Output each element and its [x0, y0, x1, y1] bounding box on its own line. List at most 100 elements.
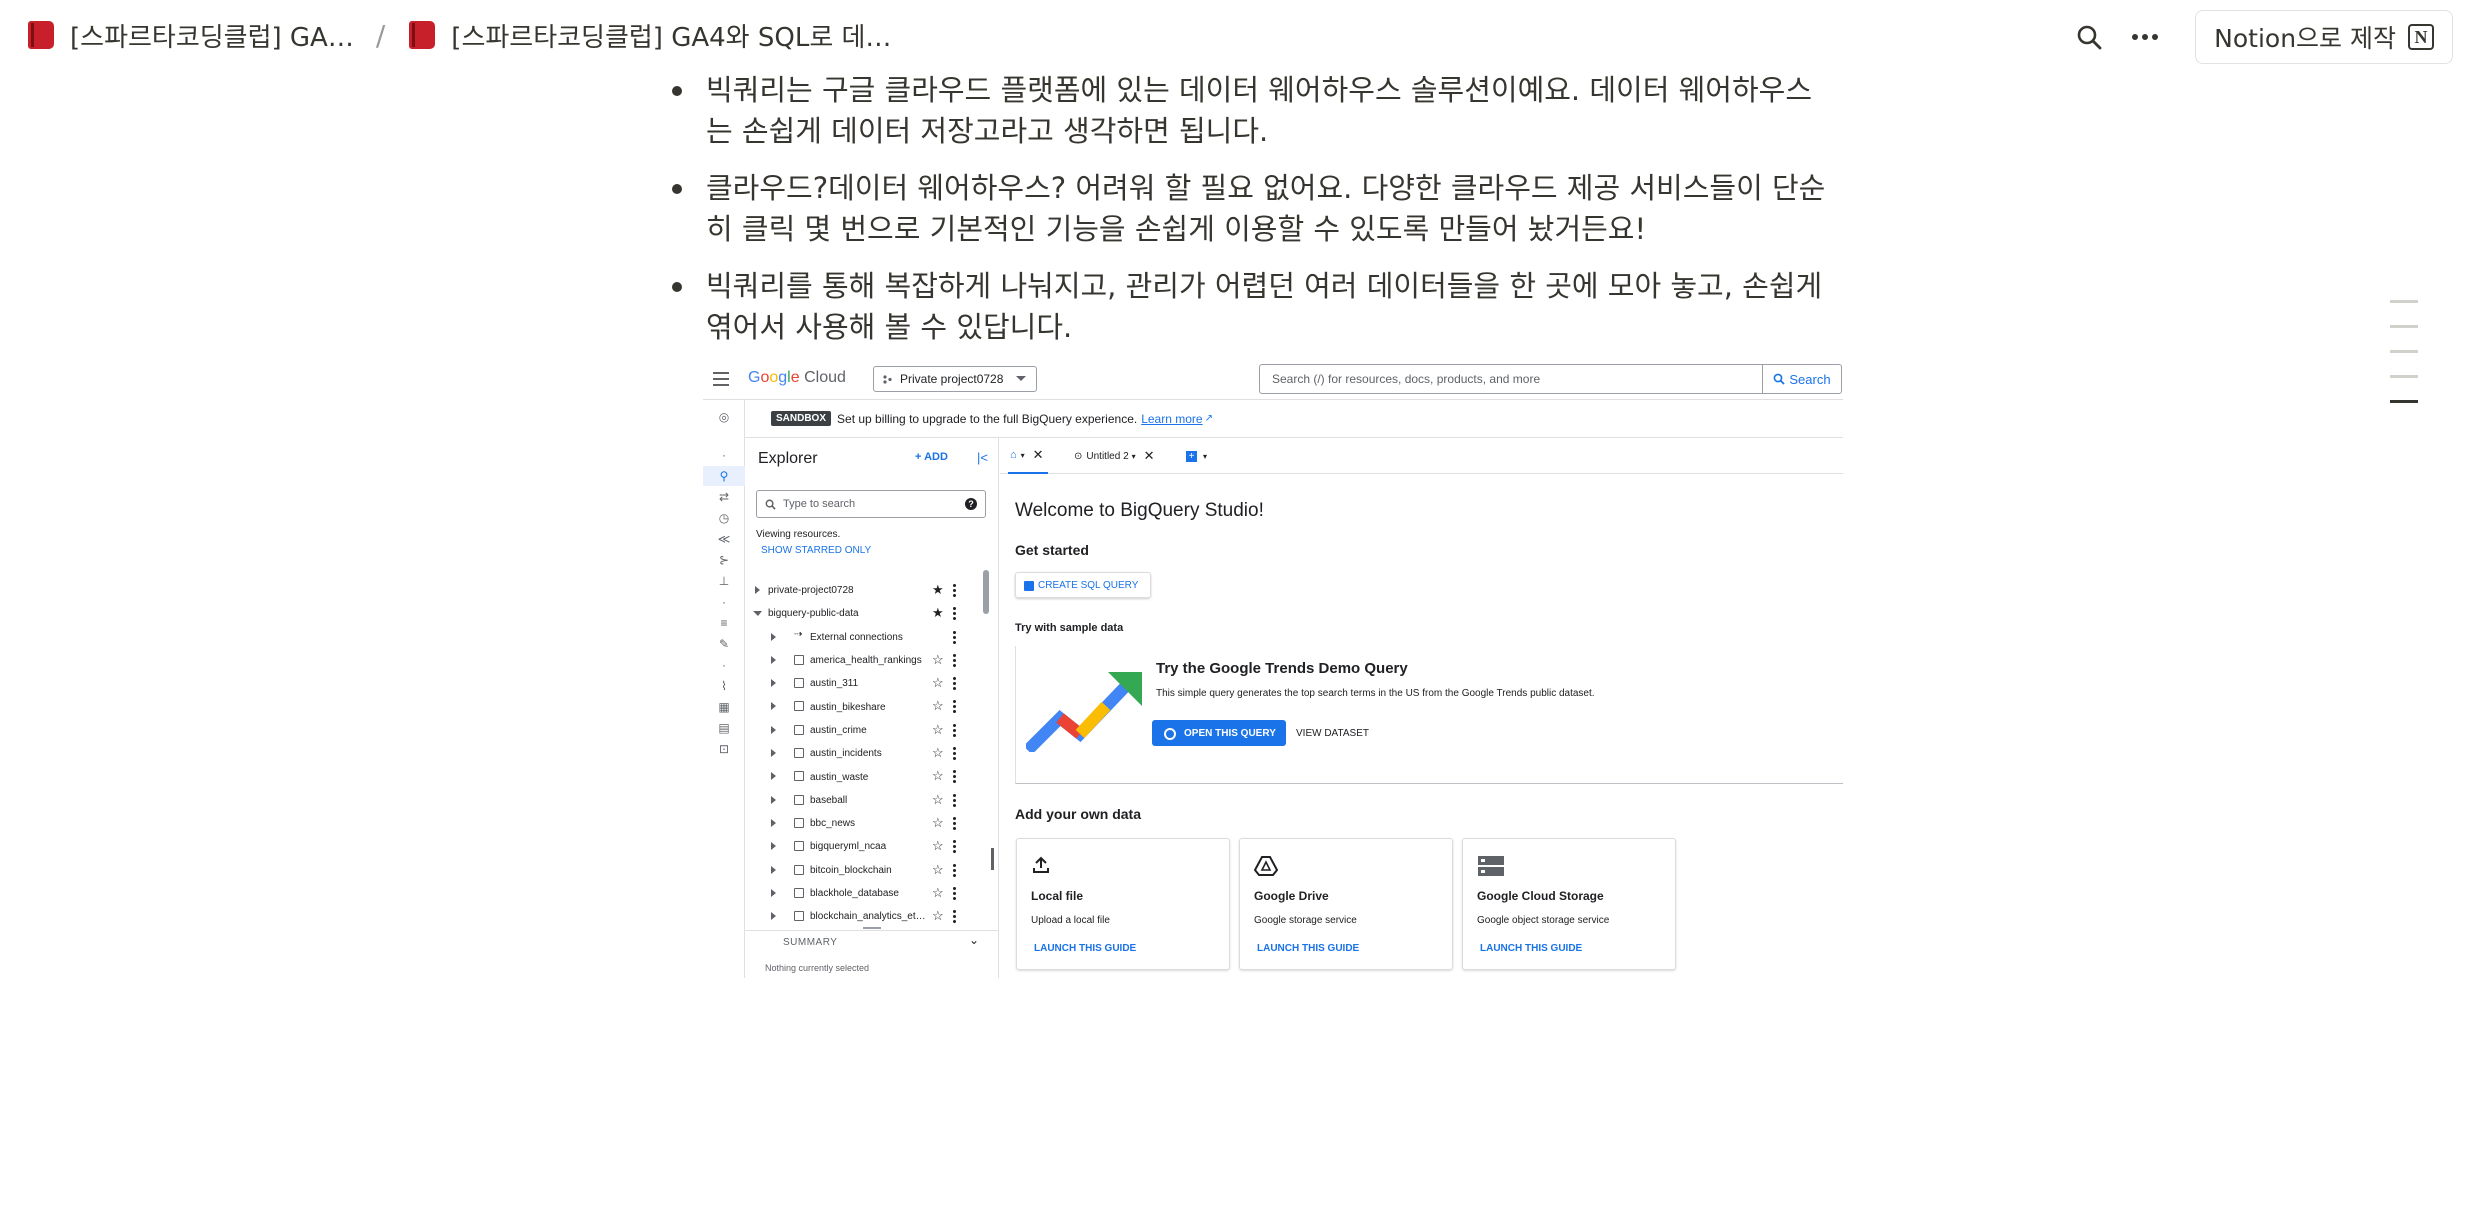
collapse-panel-icon: |< [977, 450, 988, 465]
search-icon: ⚲ [703, 466, 745, 486]
tree-row: austin_crime ☆ [745, 719, 999, 742]
dataset-icon [794, 911, 804, 922]
dataset-icon [794, 841, 804, 852]
more-vertical-icon [953, 863, 956, 877]
chevron-down-icon [753, 611, 762, 620]
chevron-right-icon [771, 842, 780, 851]
search-icon [2077, 25, 2102, 50]
explorer-title: Explorer [758, 450, 818, 467]
breadcrumb-separator: / [375, 18, 386, 52]
more-vertical-icon [953, 653, 956, 667]
chevron-down-icon: ▾ [1020, 450, 1025, 460]
list-icon: ≡ [720, 616, 728, 630]
breadcrumb-current[interactable]: [스파르타코딩클럽] GA4와 SQL로 데… [407, 17, 891, 54]
chevron-right-icon [755, 586, 764, 594]
star-outline-icon: ☆ [932, 721, 944, 737]
google-drive-card: Google Drive Google storage service LAUN… [1239, 838, 1453, 970]
star-outline-icon: ☆ [932, 768, 944, 784]
sandbox-banner: SANDBOX Set up billing to upgrade to the… [745, 400, 1843, 438]
page-content: 빅쿼리는 구글 클라우드 플랫폼에 있는 데이터 웨어하우스 솔루션이예요. 데… [668, 70, 1828, 364]
dataset-icon [794, 654, 804, 665]
tree-row-label: private-project0728 [768, 585, 854, 597]
more-button[interactable] [2121, 13, 2169, 61]
tab-untitled: ⊙ Untitled 2 ▾ ✕ [1074, 438, 1155, 474]
trends-description: This simple query generates the top sear… [1156, 688, 1595, 699]
external-link-icon: ↗ [1204, 413, 1213, 424]
notion-logo-icon: N [2408, 24, 2434, 50]
tree-row: blockchain_analytics_et… ☆ [745, 905, 999, 928]
tree-row-label: bitcoin_blockchain [810, 864, 892, 876]
breadcrumb-parent[interactable]: [스파르타코딩클럽] GA… [26, 17, 354, 54]
tree-row-label: austin_crime [810, 724, 867, 736]
lock-icon: ⊡ [718, 742, 730, 756]
search-icon [765, 499, 776, 510]
bigquery-screenshot: Google Cloud Private project0728 Search … [703, 358, 1843, 978]
add-box-icon: + [1186, 450, 1197, 462]
gc-search-input: Search (/) for resources, docs, products… [1259, 364, 1763, 394]
summary-title: SUMMARY [783, 937, 838, 948]
view-dataset-button: VIEW DATASET [1296, 728, 1369, 739]
create-sql-query-button: CREATE SQL QUERY [1015, 572, 1151, 598]
breadcrumb-parent-label: [스파르타코딩클럽] GA… [70, 22, 354, 53]
tree-row-label: austin_bikeshare [810, 701, 886, 713]
home-icon: ⌂ [1010, 449, 1017, 461]
tree-row: bigquery-public-data ★ [745, 602, 999, 625]
more-vertical-icon [953, 607, 956, 621]
bq-left-rail: ◎ · ⚲ ⇄ ◷ ≪ ⊱ ⊥ · ≡ ✎ · ⌇ ▦ ▤ ⊡ [703, 400, 745, 978]
tab-home: ⌂ ▾ ✕ [1008, 438, 1048, 474]
red-book-icon [26, 19, 56, 51]
star-outline-icon: ☆ [932, 838, 944, 854]
chevron-right-icon [771, 795, 780, 804]
star-outline-icon: ☆ [932, 698, 944, 714]
more-vertical-icon [953, 584, 956, 597]
tree-row: private-project0728 ★ [745, 579, 999, 602]
learn-more-link: Learn more [1141, 411, 1203, 426]
tree-scrollbar [983, 570, 989, 614]
tree-row-label: austin_311 [810, 678, 859, 690]
table-of-contents-minimap[interactable] [2390, 300, 2418, 425]
dot-icon: · [722, 658, 726, 672]
tree-row: austin_bikeshare ☆ [745, 695, 999, 718]
dataset-icon [794, 748, 804, 759]
made-with-notion-button[interactable]: Notion으로 제작 N [2195, 10, 2453, 64]
launch-guide-link: LAUNCH THIS GUIDE [1257, 943, 1360, 954]
transfer-icon: ⇄ [718, 490, 730, 504]
resource-tree: private-project0728 ★ bigquery-public-data… [745, 579, 999, 928]
toc-line-active[interactable] [2390, 400, 2418, 403]
star-outline-icon: ☆ [932, 745, 944, 761]
toc-line[interactable] [2390, 300, 2418, 303]
tree-row-label: america_health_rankings [810, 655, 922, 667]
more-vertical-icon [953, 677, 956, 691]
star-filled-icon: ★ [932, 582, 944, 597]
tree-row: america_health_rankings ☆ [745, 649, 999, 672]
bullet-item: 클라우드?데이터 웨어하우스? 어려워 할 필요 없어요. 다양한 클라우드 제… [668, 168, 1828, 250]
welcome-heading: Welcome to BigQuery Studio! [1015, 500, 1264, 521]
star-outline-icon: ☆ [932, 814, 944, 830]
toc-line[interactable] [2390, 375, 2418, 378]
breadcrumb-current-label: [스파르타코딩클럽] GA4와 SQL로 데… [451, 22, 892, 53]
trends-title: Try the Google Trends Demo Query [1156, 660, 1408, 677]
toc-line[interactable] [2390, 325, 2418, 328]
red-book-icon [407, 19, 437, 51]
open-this-query-button: OPEN THIS QUERY [1152, 720, 1286, 746]
dot-icon: · [722, 595, 726, 609]
launch-guide-link: LAUNCH THIS GUIDE [1480, 943, 1583, 954]
tree-row: bigqueryml_ncaa ☆ [745, 835, 999, 858]
toc-line[interactable] [2390, 350, 2418, 353]
gc-search-button: Search [1762, 364, 1842, 394]
star-outline-icon: ☆ [932, 791, 944, 807]
menu-icon [713, 372, 729, 390]
sandbox-tag: SANDBOX [771, 411, 832, 426]
summary-section: SUMMARY ⌄ Nothing currently selected [745, 927, 999, 978]
storage-icon [1478, 856, 1504, 876]
chart-icon: ⌇ [721, 679, 727, 693]
new-tab-button: + ▾ [1186, 438, 1207, 474]
hierarchy-icon: ⊥ [718, 574, 730, 588]
search-button[interactable] [2065, 13, 2113, 61]
clock-icon: ◷ [718, 511, 730, 525]
more-vertical-icon [953, 770, 956, 784]
tree-row-label: bigquery-public-data [768, 608, 859, 620]
bullet-item: 빅쿼리는 구글 클라우드 플랫폼에 있는 데이터 웨어하우스 솔루션이예요. 데… [668, 70, 1828, 152]
star-filled-icon: ★ [932, 605, 944, 621]
tab-untitled-label: Untitled 2 [1086, 450, 1129, 462]
